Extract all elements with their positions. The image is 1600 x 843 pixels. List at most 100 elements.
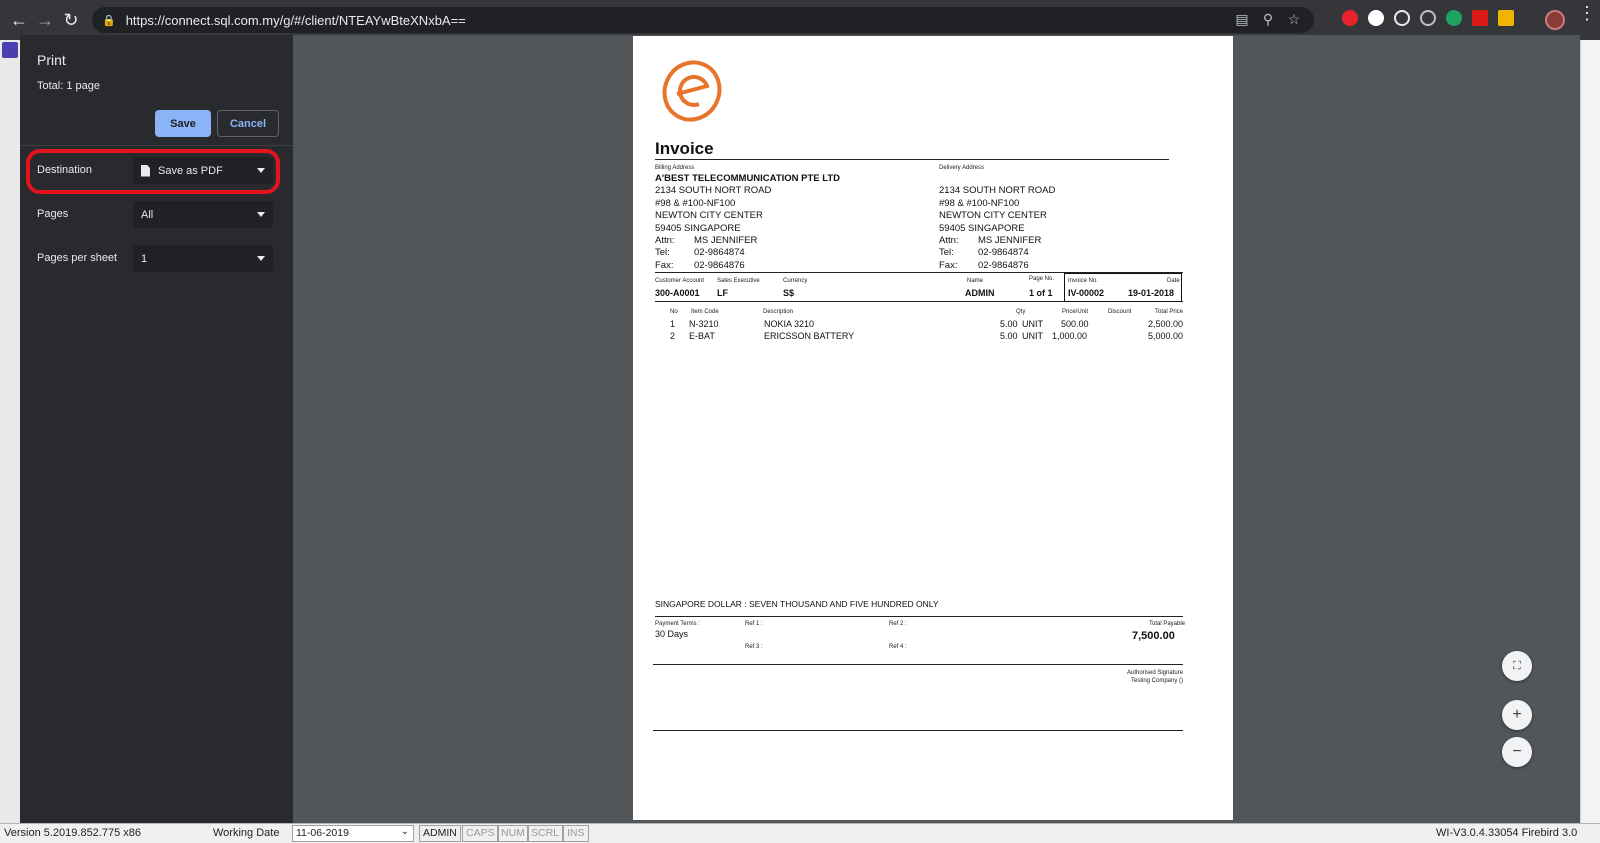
address-line: #98 & #100-NF100 [655, 197, 736, 209]
item-uom: UNIT [1022, 319, 1043, 329]
zoom-in-icon[interactable]: + [1502, 700, 1532, 730]
ref3-label: Ref 3 : [745, 644, 763, 650]
pages-select[interactable]: All [133, 201, 273, 228]
address-line: NEWTON CITY CENTER [655, 210, 763, 222]
dropdown-arrow-icon [257, 212, 265, 217]
tel-label: Tel: [939, 247, 954, 259]
fax-value: 02-9864876 [978, 259, 1029, 271]
item-no: 1 [670, 319, 676, 329]
address-line: NEWTON CITY CENTER [939, 210, 1047, 222]
build-info: WI-V3.0.4.33054 Firebird 3.0 [1436, 827, 1578, 839]
name-label: Name [967, 278, 984, 284]
attn-value: MS JENNIFER [694, 235, 758, 247]
back-arrow-icon[interactable]: ← [6, 7, 32, 33]
reload-icon[interactable]: ↻ [58, 7, 84, 33]
fax-label: Fax: [939, 259, 958, 271]
amount-in-words: SINGAPORE DOLLAR : SEVEN THOUSAND AND FI… [655, 599, 939, 609]
item-code: N-3210 [689, 319, 719, 329]
tel-value: 02-9864874 [978, 247, 1029, 259]
print-title: Print [37, 52, 66, 68]
lock-icon: 🔒 [102, 14, 116, 27]
num-indicator: NUM [497, 825, 529, 842]
react-extension-icon[interactable] [1394, 10, 1410, 26]
app-logo-icon [2, 42, 18, 58]
divider [653, 730, 1183, 731]
cancel-button[interactable]: Cancel [217, 110, 279, 137]
customer-account-value: 300-A0001 [655, 288, 700, 298]
scrl-indicator: SCRL [527, 825, 564, 842]
currency-value: S$ [783, 288, 795, 298]
working-date-picker[interactable]: 11-06-2019 ⌄ [292, 825, 414, 842]
ins-indicator: INS [563, 825, 589, 842]
angular-extension-icon[interactable] [1472, 10, 1488, 26]
zoom-icon[interactable]: ⚲ [1260, 11, 1276, 28]
fax-label: Fax: [655, 259, 674, 271]
column-header: Qty [1016, 309, 1026, 315]
divider [655, 159, 1169, 160]
item-total: 5,000.00 [1148, 331, 1184, 341]
invoice-no-value: IV-00002 [1068, 288, 1105, 298]
user-indicator: ADMIN [419, 825, 461, 842]
name-value: ADMIN [965, 288, 995, 298]
address-line: 59405 SINGAPORE [939, 222, 1025, 234]
ref1-label: Ref 1 : [745, 621, 763, 627]
pages-label: Pages [37, 208, 69, 220]
extension-icon[interactable] [1498, 10, 1514, 26]
tel-label: Tel: [655, 247, 670, 259]
forward-arrow-icon[interactable]: → [32, 7, 58, 33]
page-no-label: Page No. [1029, 276, 1055, 282]
address-line: 2134 SOUTH NORT ROAD [655, 185, 772, 197]
item-uom: UNIT [1022, 331, 1043, 341]
address-line: 2134 SOUTH NORT ROAD [939, 185, 1056, 197]
extension-icon[interactable] [1342, 10, 1358, 26]
destination-highlight-annotation [26, 149, 280, 194]
column-header: Discount [1108, 309, 1132, 315]
background-app-right-edge [1580, 40, 1600, 823]
customer-account-label: Customer Account [655, 278, 705, 284]
url-text[interactable]: https://connect.sql.com.my/g/#/client/NT… [126, 13, 466, 28]
column-header: Item Code [691, 309, 719, 315]
item-description: NOKIA 3210 [764, 319, 815, 329]
chevron-down-icon: ⌄ [400, 826, 409, 837]
save-button[interactable]: Save [155, 110, 211, 137]
extension-icon[interactable] [1368, 10, 1384, 26]
working-date-value: 11-06-2019 [296, 827, 349, 839]
fit-to-page-icon[interactable]: ⛶ [1502, 651, 1532, 681]
extensions-area [1342, 10, 1514, 26]
item-description: ERICSSON BATTERY [764, 331, 855, 341]
fax-value: 02-9864876 [694, 259, 745, 271]
extension-icon[interactable] [1446, 10, 1462, 26]
payment-terms-value: 30 Days [655, 629, 689, 639]
status-bar: Version 5.2019.852.775 x86 Working Date … [0, 823, 1600, 843]
sales-executive-value: LF [717, 288, 728, 298]
item-price: 500.00 [1061, 319, 1089, 329]
clipboard-icon[interactable]: ▤ [1234, 11, 1250, 28]
print-settings-panel: Print Total: 1 page Save Cancel Destinat… [20, 35, 293, 823]
sales-executive-label: Sales Executive [717, 278, 760, 284]
item-no: 2 [670, 331, 676, 341]
tel-value: 02-9864874 [694, 247, 745, 259]
authorised-signature-label: Authorised Signature [1127, 670, 1184, 676]
profile-avatar[interactable] [1545, 10, 1565, 30]
divider [655, 616, 1183, 617]
pages-per-sheet-label: Pages per sheet [37, 252, 118, 264]
working-date-label: Working Date [213, 827, 280, 839]
more-menu-icon[interactable]: ⋮ [1578, 4, 1596, 22]
address-bar[interactable]: 🔒 https://connect.sql.com.my/g/#/client/… [92, 7, 1314, 33]
extension-icon[interactable] [1420, 10, 1436, 26]
company-logo-icon [662, 60, 722, 122]
date-label: Date [1167, 278, 1180, 284]
zoom-out-icon[interactable]: − [1502, 737, 1532, 767]
pages-per-sheet-select[interactable]: 1 [133, 245, 273, 272]
divider [20, 145, 293, 146]
delivery-address: 2134 SOUTH NORT ROAD #98 & #100-NF100 NE… [939, 185, 1055, 272]
address-line: #98 & #100-NF100 [939, 197, 1020, 209]
version-text: Version 5.2019.852.775 x86 [4, 827, 142, 839]
total-payable-value: 7,500.00 [1132, 630, 1175, 642]
ref2-label: Ref 2 : [889, 621, 907, 627]
address-line: 59405 SINGAPORE [655, 222, 741, 234]
ref4-label: Ref 4 : [889, 644, 907, 650]
caps-indicator: CAPS [462, 825, 499, 842]
bookmark-star-icon[interactable]: ☆ [1286, 11, 1302, 28]
dropdown-arrow-icon [257, 256, 265, 261]
